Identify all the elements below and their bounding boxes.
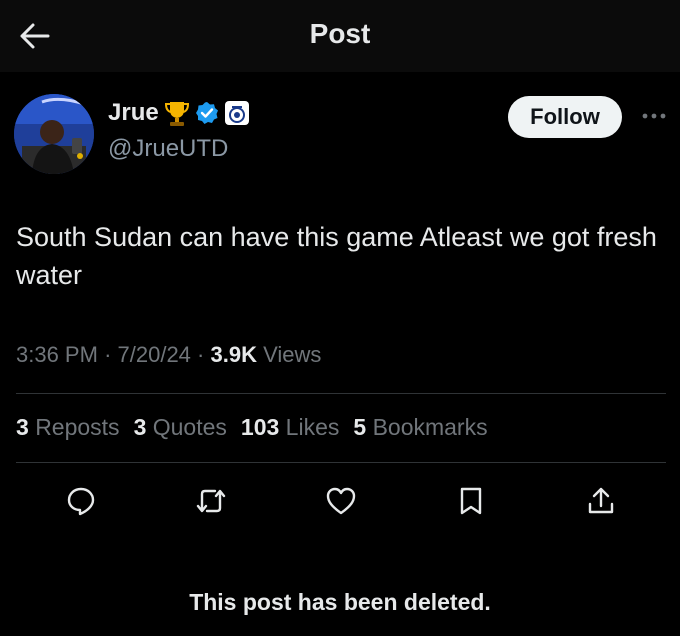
reply-button[interactable] xyxy=(58,478,104,524)
follow-button[interactable]: Follow xyxy=(508,96,622,138)
quotes-stat[interactable]: 3 Quotes xyxy=(134,414,227,441)
repost-icon xyxy=(196,489,226,513)
post-time[interactable]: 3:36 PM xyxy=(16,342,98,367)
reposts-count: 3 xyxy=(16,414,29,440)
like-button[interactable] xyxy=(318,478,364,524)
bookmarks-stat[interactable]: 5 Bookmarks xyxy=(353,414,487,441)
likes-count: 103 xyxy=(240,414,280,440)
more-options-button[interactable] xyxy=(634,104,674,128)
reposts-stat[interactable]: 3 Reposts xyxy=(16,414,120,441)
reposts-label: Reposts xyxy=(35,414,120,440)
bookmark-button[interactable] xyxy=(448,478,494,524)
post-text: South Sudan can have this game Atleast w… xyxy=(16,222,657,290)
quotes-label: Quotes xyxy=(152,414,227,440)
verified-badge-icon xyxy=(195,102,218,124)
views-count: 3.9K xyxy=(210,342,257,367)
engagement-stats: 3 Reposts 3 Quotes 103 Likes 5 Bookmarks xyxy=(16,414,488,441)
separator-dot: · xyxy=(197,342,211,367)
top-bar: Post xyxy=(0,0,680,72)
divider xyxy=(16,462,666,463)
more-horizontal-icon xyxy=(642,113,666,119)
bookmark-icon xyxy=(460,487,482,515)
author-handle[interactable]: @JrueUTD xyxy=(108,135,228,163)
post-date[interactable]: 7/20/24 xyxy=(118,342,191,367)
avatar[interactable] xyxy=(14,94,94,174)
affiliate-badge-icon xyxy=(224,101,249,125)
likes-stat[interactable]: 103 Likes xyxy=(241,414,339,441)
author-name-row: Jrue xyxy=(108,99,250,127)
author-display-name[interactable]: Jrue xyxy=(108,99,159,127)
divider xyxy=(16,393,666,394)
share-icon xyxy=(588,487,614,514)
separator-dot: · xyxy=(104,342,118,367)
like-icon xyxy=(326,487,356,515)
page-title: Post xyxy=(309,18,371,49)
repost-button[interactable] xyxy=(188,478,234,524)
deleted-notice: This post has been deleted. xyxy=(189,589,491,615)
likes-label: Likes xyxy=(285,414,340,440)
quotes-count: 3 xyxy=(133,414,147,440)
trophy-icon xyxy=(164,102,189,126)
reply-icon xyxy=(67,487,95,516)
views-label: Views xyxy=(263,342,322,367)
bookmarks-count: 5 xyxy=(353,414,367,440)
action-bar xyxy=(0,478,680,524)
share-button[interactable] xyxy=(578,478,624,524)
bookmarks-label: Bookmarks xyxy=(372,414,488,440)
post-meta: 3:36 PM · 7/20/24 · 3.9K Views xyxy=(16,342,321,368)
